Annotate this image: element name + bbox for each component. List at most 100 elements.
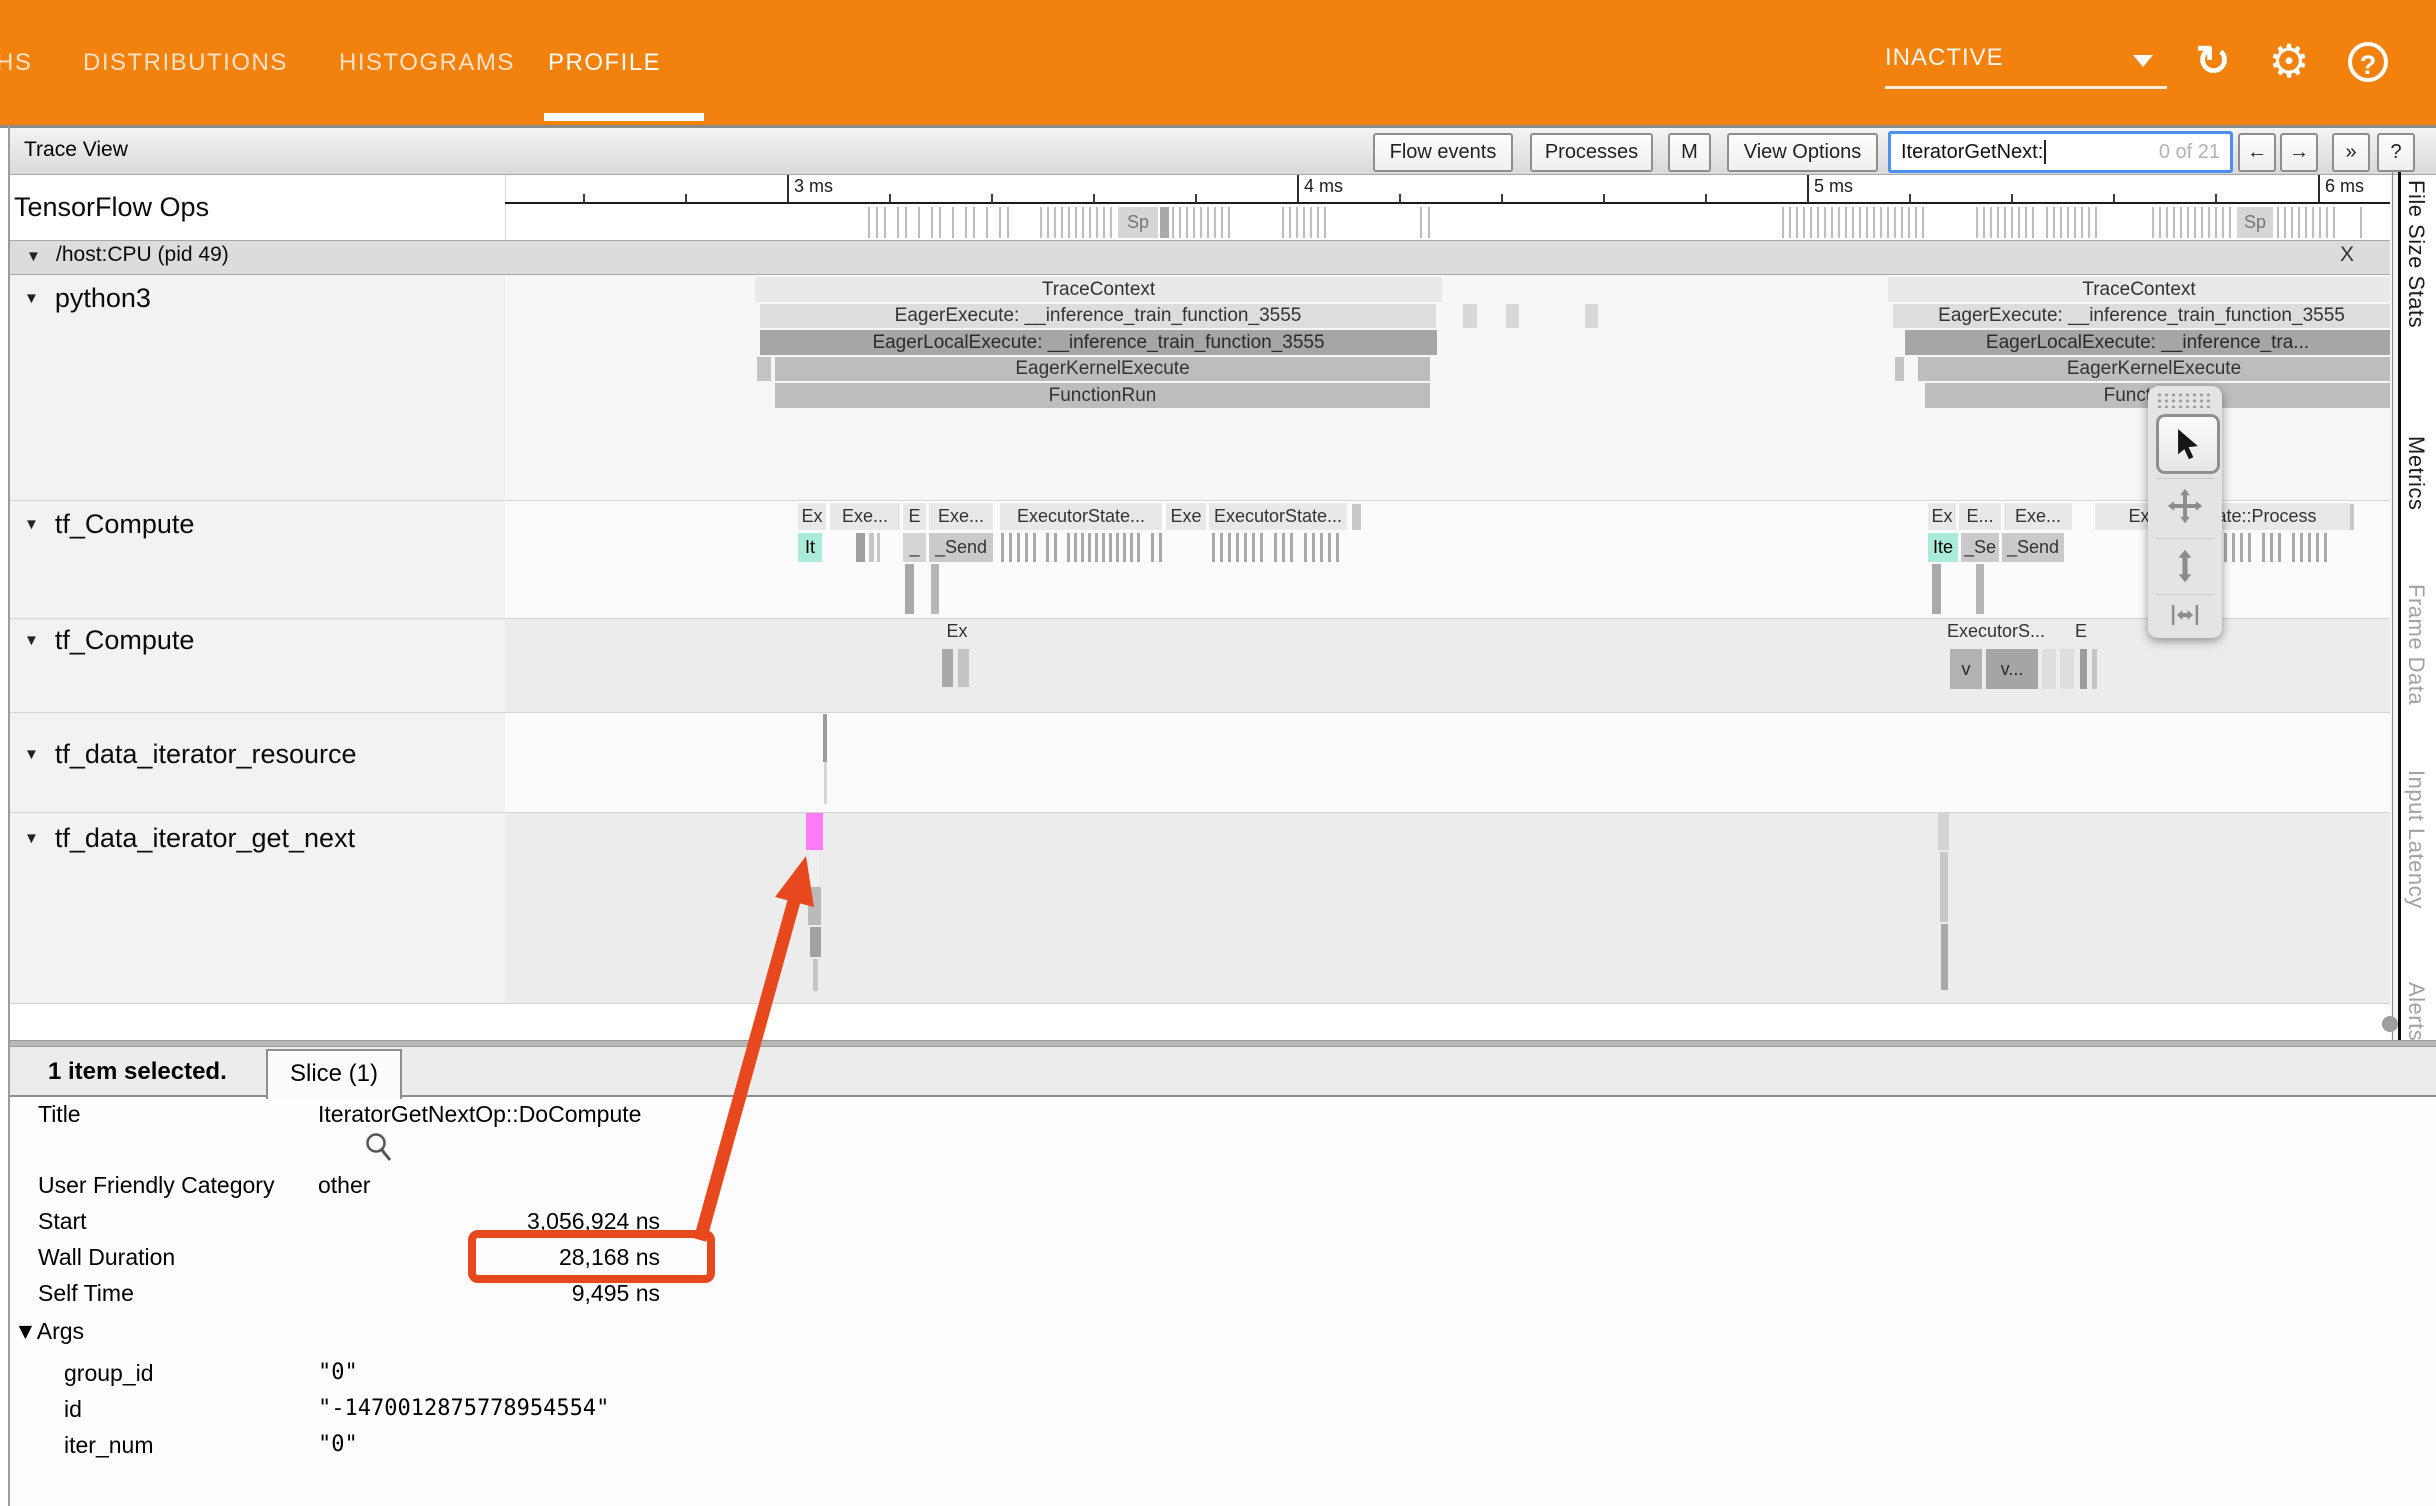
- tab-distributions[interactable]: DISTRIBUTIONS: [83, 38, 288, 88]
- selection-tool-button[interactable]: [2156, 414, 2220, 474]
- op-event-tick[interactable]: [1859, 207, 1861, 238]
- trace-event-mark[interactable]: [2060, 649, 2074, 689]
- trace-slice[interactable]: Ex: [938, 618, 976, 644]
- executor-event-tick[interactable]: [1336, 533, 1339, 562]
- trace-slice[interactable]: Exe...: [2004, 503, 2072, 530]
- op-event-tick[interactable]: [2298, 207, 2300, 238]
- executor-event-tick[interactable]: [1212, 533, 1215, 562]
- op-event-tick[interactable]: [1887, 207, 1889, 238]
- trace-event-mark[interactable]: [1585, 304, 1598, 328]
- view-options-button[interactable]: View Options: [1727, 133, 1878, 172]
- executor-event-tick[interactable]: [1282, 533, 1285, 562]
- op-event-tick[interactable]: [1089, 207, 1091, 238]
- op-event-tick[interactable]: [2011, 207, 2013, 238]
- sidebar-tab-file-size-stats[interactable]: File Size Stats: [2403, 180, 2429, 328]
- op-event-tick[interactable]: [905, 207, 907, 238]
- trace-event-mark[interactable]: [757, 357, 771, 381]
- trace-slice[interactable]: ExecutorState::Process: [2095, 503, 2350, 530]
- trace-event-mark[interactable]: [1895, 357, 1904, 381]
- op-event-tick[interactable]: [1061, 207, 1063, 238]
- trace-slice[interactable]: EagerLocalExecute: __inference_tra...: [1905, 330, 2390, 355]
- trace-event-mark[interactable]: [1940, 852, 1948, 922]
- trace-event-mark[interactable]: [810, 852, 819, 885]
- executor-event-tick[interactable]: [1320, 533, 1323, 562]
- pan-tool-button[interactable]: [2156, 478, 2214, 533]
- trace-slice[interactable]: ExecutorState...: [1209, 503, 1347, 530]
- op-event-tick[interactable]: [2060, 207, 2062, 238]
- executor-event-tick[interactable]: [2248, 533, 2251, 562]
- op-event-tick[interactable]: [1789, 207, 1791, 238]
- op-event-tick[interactable]: [2095, 207, 2097, 238]
- tab-profile[interactable]: PROFILE: [548, 38, 661, 88]
- trace-event-mark[interactable]: [824, 762, 827, 804]
- op-event-tick[interactable]: [986, 207, 988, 238]
- executor-event-tick[interactable]: [1033, 533, 1036, 562]
- op-event-tick[interactable]: [1068, 207, 1070, 238]
- op-event-tick[interactable]: [1324, 207, 1326, 238]
- trace-event-mark[interactable]: [856, 533, 865, 562]
- op-event-tick[interactable]: [2159, 207, 2161, 238]
- m-button[interactable]: M: [1668, 133, 1711, 172]
- op-event-tick[interactable]: [1880, 207, 1882, 238]
- executor-event-tick[interactable]: [1025, 533, 1028, 562]
- op-event-tick[interactable]: [1803, 207, 1805, 238]
- executor-event-tick[interactable]: [2224, 533, 2227, 562]
- executor-event-tick[interactable]: [1137, 533, 1140, 562]
- processes-button[interactable]: Processes: [1530, 133, 1653, 172]
- trace-group-label[interactable]: ▼tf_Compute: [24, 506, 194, 542]
- trace-event-mark[interactable]: [877, 533, 880, 562]
- sidebar-tab-alerts[interactable]: Alerts: [2403, 982, 2429, 1041]
- gear-icon[interactable]: ⚙: [2262, 36, 2316, 86]
- more-button[interactable]: »: [2332, 133, 2370, 172]
- op-event-tick[interactable]: [2004, 207, 2006, 238]
- op-event-tick[interactable]: [1796, 207, 1798, 238]
- trace-event-mark[interactable]: [1976, 564, 1984, 614]
- executor-event-tick[interactable]: [1081, 533, 1084, 562]
- op-event-tick[interactable]: [2187, 207, 2189, 238]
- executor-event-tick[interactable]: [2270, 533, 2273, 562]
- executor-event-tick[interactable]: [1088, 533, 1091, 562]
- op-event-tick[interactable]: [2277, 207, 2279, 238]
- trace-slice[interactable]: E: [2068, 618, 2094, 644]
- trace-slice[interactable]: Ex: [798, 503, 826, 530]
- close-icon[interactable]: X: [2340, 243, 2354, 267]
- executor-event-tick[interactable]: [1001, 533, 1004, 562]
- zoom-tool-button[interactable]: [2156, 538, 2214, 593]
- collapse-arrow-icon[interactable]: ▼: [24, 746, 39, 763]
- op-event-tick[interactable]: [2326, 207, 2328, 238]
- op-event-tick[interactable]: [1983, 207, 1985, 238]
- executor-event-tick[interactable]: [1244, 533, 1247, 562]
- trace-slice[interactable]: _Send: [929, 533, 993, 562]
- trace-slice[interactable]: Sp: [2237, 207, 2273, 238]
- trace-event-mark[interactable]: [1160, 207, 1169, 238]
- op-event-tick[interactable]: [1873, 207, 1875, 238]
- op-event-tick[interactable]: [1103, 207, 1105, 238]
- trace-slice[interactable]: EagerKernelExecute: [775, 357, 1430, 381]
- trace-slice[interactable]: _: [903, 533, 926, 562]
- trace-group-label[interactable]: ▼tf_data_iterator_get_next: [24, 820, 355, 856]
- trace-event-mark[interactable]: [942, 649, 953, 687]
- sidebar-tab-input-latency[interactable]: Input Latency: [2403, 770, 2429, 909]
- op-event-tick[interactable]: [1866, 207, 1868, 238]
- trace-event-mark[interactable]: [823, 714, 827, 762]
- op-event-tick[interactable]: [1296, 207, 1298, 238]
- trace-event-mark[interactable]: [1352, 504, 1361, 530]
- op-event-tick[interactable]: [1922, 207, 1924, 238]
- executor-event-tick[interactable]: [2232, 533, 2235, 562]
- op-event-tick[interactable]: [939, 207, 941, 238]
- sidebar-tab-frame-data[interactable]: Frame Data: [2403, 584, 2429, 705]
- op-event-tick[interactable]: [2152, 207, 2154, 238]
- executor-event-tick[interactable]: [1009, 533, 1012, 562]
- op-event-tick[interactable]: [2284, 207, 2286, 238]
- trace-event-mark[interactable]: [2042, 649, 2056, 689]
- op-event-tick[interactable]: [2067, 207, 2069, 238]
- trace-event-mark[interactable]: [905, 564, 914, 614]
- collapse-arrow-icon[interactable]: ▼: [24, 632, 39, 649]
- trace-slice[interactable]: ExecutorState...: [1000, 503, 1162, 530]
- executor-event-tick[interactable]: [1304, 533, 1307, 562]
- op-event-tick[interactable]: [1317, 207, 1319, 238]
- op-event-tick[interactable]: [1007, 207, 1009, 238]
- op-event-tick[interactable]: [2173, 207, 2175, 238]
- executor-event-tick[interactable]: [1252, 533, 1255, 562]
- op-event-tick[interactable]: [2360, 207, 2362, 238]
